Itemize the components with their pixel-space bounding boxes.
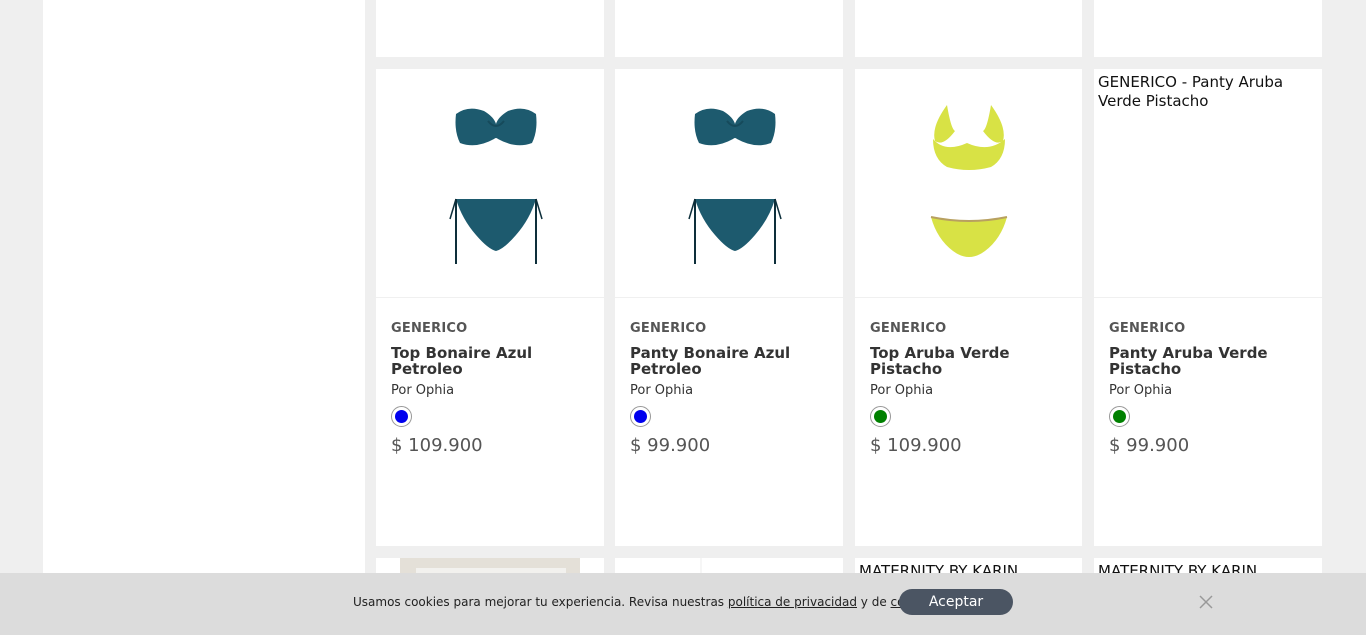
product-price: $ 109.900 xyxy=(391,435,483,456)
image-alt-text: GENERICO - Panty Aruba Verde Pistacho xyxy=(1098,73,1284,110)
product-name[interactable]: Panty Bonaire Azul Petroleo xyxy=(630,345,831,377)
filters-sidebar xyxy=(43,0,365,635)
product-brand: GENERICO xyxy=(391,321,468,336)
product-name[interactable]: Panty Aruba Verde Pistacho xyxy=(1109,345,1310,377)
cookie-message: Usamos cookies para mejorar tu experienc… xyxy=(353,595,940,609)
product-card[interactable] xyxy=(1094,0,1322,57)
color-dot xyxy=(634,410,647,423)
product-image[interactable]: GENERICO - Panty Aruba Verde Pistacho xyxy=(1094,69,1322,298)
product-seller: Por Ophia xyxy=(391,383,455,398)
product-brand: GENERICO xyxy=(630,321,707,336)
product-price: $ 99.900 xyxy=(1109,435,1190,456)
color-swatch[interactable] xyxy=(870,406,891,427)
product-card[interactable] xyxy=(855,0,1082,57)
product-card[interactable]: GENERICO - Panty Aruba Verde Pistacho GE… xyxy=(1094,69,1322,546)
product-image[interactable] xyxy=(376,69,604,298)
product-card[interactable]: GENERICO Top Aruba Verde Pistacho Por Op… xyxy=(855,69,1082,546)
product-name[interactable]: Top Aruba Verde Pistacho xyxy=(870,345,1070,377)
product-brand: GENERICO xyxy=(870,321,947,336)
product-info: GENERICO Top Bonaire Azul Petroleo Por O… xyxy=(391,321,592,456)
product-card[interactable]: GENERICO Top Bonaire Azul Petroleo Por O… xyxy=(376,69,604,546)
cookie-banner: Usamos cookies para mejorar tu experienc… xyxy=(0,573,1366,635)
product-seller: Por Ophia xyxy=(870,383,934,398)
product-image[interactable] xyxy=(855,69,1082,298)
color-swatch[interactable] xyxy=(1109,406,1130,427)
product-price: $ 99.900 xyxy=(630,435,711,456)
product-info: GENERICO Top Aruba Verde Pistacho Por Op… xyxy=(870,321,1070,456)
color-swatch[interactable] xyxy=(630,406,651,427)
product-seller: Por Ophia xyxy=(630,383,694,398)
cookie-text-before: Usamos cookies para mejorar tu experienc… xyxy=(353,595,728,609)
color-swatch[interactable] xyxy=(391,406,412,427)
color-dot xyxy=(874,410,887,423)
product-card[interactable]: GENERICO Panty Bonaire Azul Petroleo Por… xyxy=(615,69,843,546)
privacy-policy-link[interactable]: política de privacidad xyxy=(728,595,857,609)
product-name[interactable]: Top Bonaire Azul Petroleo xyxy=(391,345,592,377)
product-brand: GENERICO xyxy=(1109,321,1186,336)
product-card[interactable] xyxy=(376,0,604,57)
close-icon[interactable] xyxy=(1196,592,1216,612)
color-dot xyxy=(395,410,408,423)
teal-bikini-image xyxy=(449,108,543,264)
product-price: $ 109.900 xyxy=(870,435,962,456)
teal-bikini-image xyxy=(688,108,782,264)
product-card[interactable] xyxy=(615,0,843,57)
product-image[interactable] xyxy=(615,69,843,298)
product-info: GENERICO Panty Bonaire Azul Petroleo Por… xyxy=(630,321,831,456)
lime-bikini-image xyxy=(930,105,1008,257)
cookie-text-middle: y de xyxy=(856,595,891,609)
color-dot xyxy=(1113,410,1126,423)
product-info: GENERICO Panty Aruba Verde Pistacho Por … xyxy=(1109,321,1310,456)
accept-cookies-button[interactable]: Aceptar xyxy=(899,589,1013,615)
product-seller: Por Ophia xyxy=(1109,383,1173,398)
close-icon-glyph xyxy=(1199,595,1213,609)
